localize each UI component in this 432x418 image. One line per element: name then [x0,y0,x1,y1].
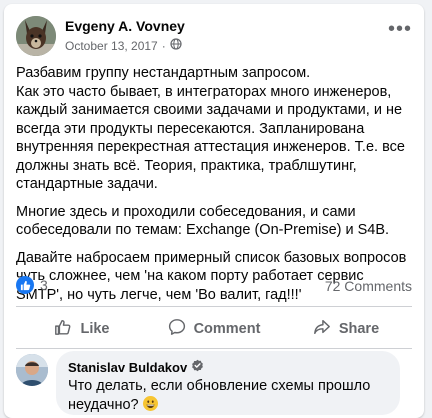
divider [16,348,412,349]
badge-check-icon [191,359,204,375]
post-paragraph-2: Многие здесь и проходили собеседования, … [16,203,390,239]
post-paragraph-1: Разбавим группу нестандартным запросом. … [16,65,405,192]
post-meta: October 13, 2017 · [65,38,182,53]
share-button[interactable]: Share [280,310,412,348]
globe-icon [170,38,182,53]
comment-label: Comment [193,321,261,337]
commenter-avatar[interactable] [16,354,48,386]
commenter-header: Stanislav Buldakov [68,359,204,375]
post-date[interactable]: October 13, 2017 [65,39,158,53]
divider [16,306,412,307]
post-actions: Like Comment Share [16,310,412,348]
comment-bubble-icon [168,318,186,340]
share-label: Share [338,321,380,337]
comment-button[interactable]: Comment [148,310,280,348]
commenter-name[interactable]: Stanislav Buldakov [68,360,187,375]
grinning-emoji-icon [142,395,158,411]
reaction-count: 3 [40,277,48,293]
comment-bubble: Stanislav Buldakov Что делать, если обно… [56,351,400,415]
comments-count-link[interactable]: 72 Comments [325,278,412,294]
date-separator: · [161,38,166,53]
like-label: Like [80,321,110,337]
like-reaction-icon [16,276,34,294]
reaction-summary[interactable]: 3 [16,276,48,294]
author-avatar[interactable] [16,16,56,56]
post-card: Evgeny A. Vovney October 13, 2017 · ••• … [4,4,424,418]
like-button[interactable]: Like [16,310,148,348]
more-options-icon[interactable]: ••• [388,19,412,39]
comment-body: Что делать, если обновление схемы прошло… [68,378,371,413]
thumbs-up-icon [54,318,72,340]
post-body: Разбавим группу нестандартным запросом. … [16,64,414,313]
comment-text: Что делать, если обновление схемы прошло… [68,377,388,414]
post-paragraph-3: Давайте набросаем примерный список базов… [16,249,407,303]
share-arrow-icon [313,318,331,340]
post-author-name[interactable]: Evgeny A. Vovney [65,18,185,34]
